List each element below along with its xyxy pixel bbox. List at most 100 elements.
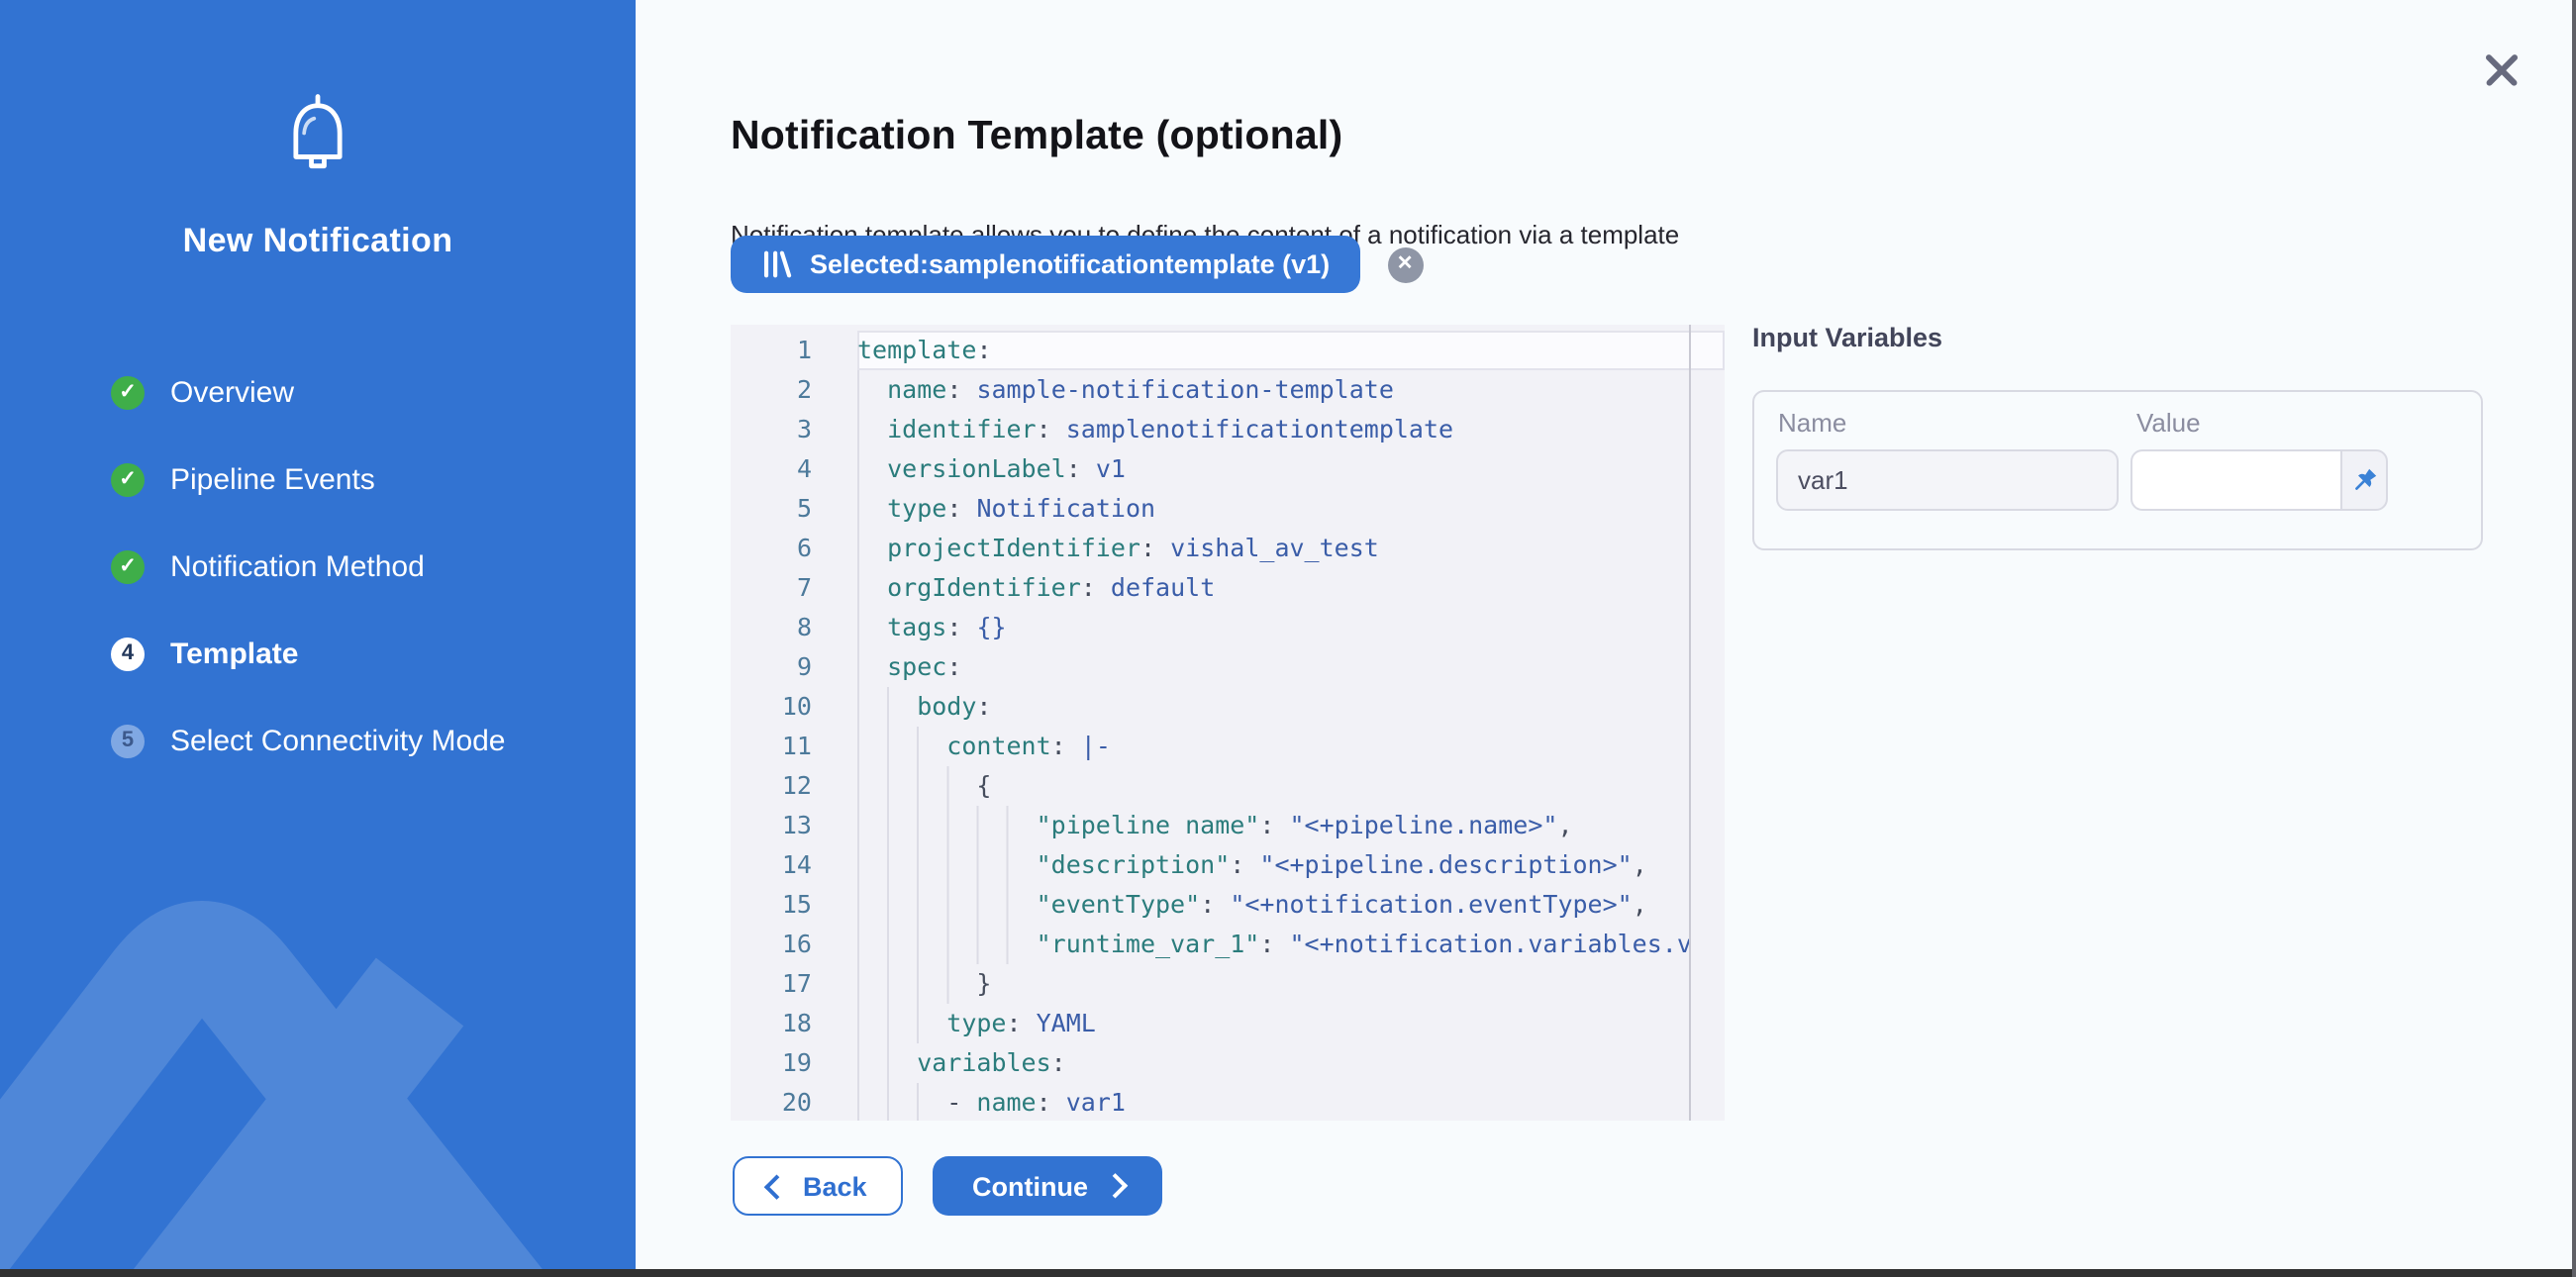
line-content: name: sample-notification-template bbox=[812, 370, 1691, 410]
sidebar-step-notification-method[interactable]: ✓ Notification Method bbox=[111, 546, 506, 586]
remove-template-icon[interactable]: ✕ bbox=[1387, 246, 1423, 282]
line-content: versionLabel: v1 bbox=[812, 449, 1691, 489]
step-label: Template bbox=[170, 637, 299, 670]
selected-template-chip[interactable]: Selected:samplenotificationtemplate (v1) bbox=[731, 236, 1359, 293]
line-content: spec: bbox=[812, 647, 1691, 687]
line-content: orgIdentifier: default bbox=[812, 568, 1691, 608]
line-number: 20 bbox=[731, 1083, 812, 1121]
sidebar-step-pipeline-events[interactable]: ✓Pipeline Events bbox=[111, 459, 506, 499]
line-number: 5 bbox=[731, 489, 812, 529]
continue-button[interactable]: Continue bbox=[933, 1156, 1162, 1216]
variable-value-input[interactable] bbox=[2130, 449, 2340, 511]
line-number: 19 bbox=[731, 1043, 812, 1083]
line-number: 13 bbox=[731, 806, 812, 845]
editor-line: 19variables: bbox=[731, 1043, 1691, 1083]
line-number: 7 bbox=[731, 568, 812, 608]
chevron-left-icon bbox=[764, 1174, 788, 1198]
line-number: 17 bbox=[731, 964, 812, 1004]
editor-line: 2name: sample-notification-template bbox=[731, 370, 1691, 410]
line-content: body: bbox=[812, 687, 1691, 727]
editor-line: 12{ bbox=[731, 766, 1691, 806]
line-number: 14 bbox=[731, 845, 812, 885]
pin-button[interactable] bbox=[2340, 449, 2388, 511]
editor-line: 3identifier: samplenotificationtemplate bbox=[731, 410, 1691, 449]
sidebar-step-template: 4 Template bbox=[111, 634, 506, 673]
line-number: 4 bbox=[731, 449, 812, 489]
window-right-edge bbox=[2572, 0, 2576, 1277]
sidebar-step-overview[interactable]: ✓ Overview bbox=[111, 372, 506, 412]
chevron-right-icon bbox=[1102, 1174, 1126, 1198]
editor-line: 18type: YAML bbox=[731, 1004, 1691, 1043]
wizard-steps: ✓ Overview ✓Pipeline Events ✓ Notification M… bbox=[111, 372, 506, 760]
line-content: "pipeline name": "<+pipeline.name>", bbox=[812, 806, 1691, 845]
editor-line: 16"runtime_var_1": "<+notification.varia… bbox=[731, 925, 1691, 964]
editor-line: 9spec: bbox=[731, 647, 1691, 687]
line-number: 6 bbox=[731, 529, 812, 568]
line-content: } bbox=[812, 964, 1691, 1004]
editor-line: 20- name: var1 bbox=[731, 1083, 1691, 1121]
step-number-badge: 5 bbox=[111, 724, 145, 757]
step-label: Pipeline Events bbox=[170, 462, 375, 496]
page-title: Notification Template (optional) bbox=[731, 112, 1342, 159]
line-content: variables: bbox=[812, 1043, 1691, 1083]
line-number: 1 bbox=[731, 331, 812, 370]
line-number: 11 bbox=[731, 727, 812, 766]
line-number: 10 bbox=[731, 687, 812, 727]
line-content: "eventType": "<+notification.eventType>"… bbox=[812, 885, 1691, 925]
editor-line: 15"eventType": "<+notification.eventType… bbox=[731, 885, 1691, 925]
editor-line: 6projectIdentifier: vishal_av_test bbox=[731, 529, 1691, 568]
step-check-icon: ✓ bbox=[111, 549, 145, 583]
line-content: - name: var1 bbox=[812, 1083, 1691, 1121]
editor-scrollbar[interactable] bbox=[1689, 325, 1725, 1121]
step-number-badge: 4 bbox=[111, 637, 145, 670]
selected-template-row: Selected:samplenotificationtemplate (v1)… bbox=[731, 236, 1423, 293]
editor-line: 1template: bbox=[731, 331, 1691, 370]
editor-line: 11content: |- bbox=[731, 727, 1691, 766]
line-number: 8 bbox=[731, 608, 812, 647]
bell-icon bbox=[273, 91, 362, 186]
step-label: Select Connectivity Mode bbox=[170, 724, 506, 757]
line-content: type: YAML bbox=[812, 1004, 1691, 1043]
brand-watermark bbox=[0, 810, 636, 1277]
close-icon[interactable] bbox=[2483, 51, 2521, 89]
yaml-editor[interactable]: 1template:2name: sample-notification-tem… bbox=[731, 325, 1725, 1121]
sidebar-step-select-connectivity-mode: 5 Select Connectivity Mode bbox=[111, 721, 506, 760]
template-icon bbox=[760, 247, 794, 281]
line-content: type: Notification bbox=[812, 489, 1691, 529]
editor-line: 8tags: {} bbox=[731, 608, 1691, 647]
line-content: identifier: samplenotificationtemplate bbox=[812, 410, 1691, 449]
line-number: 9 bbox=[731, 647, 812, 687]
editor-line: 5type: Notification bbox=[731, 489, 1691, 529]
new-notification-wizard: New Notification ✓Overview✓Pipeline Even… bbox=[0, 0, 2576, 1277]
step-label: Overview bbox=[170, 375, 294, 409]
line-number: 15 bbox=[731, 885, 812, 925]
wizard-title: New Notification bbox=[0, 222, 636, 261]
line-content: "runtime_var_1": "<+notification.variabl… bbox=[812, 925, 1691, 964]
line-content: "description": "<+pipeline.description>"… bbox=[812, 845, 1691, 885]
input-variables-heading: Input Variables bbox=[1752, 323, 1942, 352]
variable-name-input[interactable] bbox=[1776, 449, 2119, 511]
line-content: projectIdentifier: vishal_av_test bbox=[812, 529, 1691, 568]
line-content: tags: {} bbox=[812, 608, 1691, 647]
window-bottom-bar bbox=[0, 1269, 2576, 1277]
editor-line: 14"description": "<+pipeline.description… bbox=[731, 845, 1691, 885]
name-column-label: Name bbox=[1778, 408, 1846, 438]
pushpin-icon bbox=[2348, 464, 2380, 496]
editor-line: 17} bbox=[731, 964, 1691, 1004]
editor-line: 7orgIdentifier: default bbox=[731, 568, 1691, 608]
step-check-icon: ✓ bbox=[111, 375, 145, 409]
value-column-label: Value bbox=[2136, 408, 2201, 438]
step-label: Notification Method bbox=[170, 549, 425, 583]
line-number: 18 bbox=[731, 1004, 812, 1043]
line-number: 16 bbox=[731, 925, 812, 964]
editor-line: 13"pipeline name": "<+pipeline.name>", bbox=[731, 806, 1691, 845]
line-number: 2 bbox=[731, 370, 812, 410]
line-number: 12 bbox=[731, 766, 812, 806]
line-number: 3 bbox=[731, 410, 812, 449]
editor-line: 10body: bbox=[731, 687, 1691, 727]
line-content: { bbox=[812, 766, 1691, 806]
back-button[interactable]: Back bbox=[733, 1156, 903, 1216]
wizard-sidebar: New Notification ✓Overview✓Pipeline Even… bbox=[0, 0, 636, 1277]
editor-lines: 1template:2name: sample-notification-tem… bbox=[731, 331, 1691, 1121]
editor-line: 4versionLabel: v1 bbox=[731, 449, 1691, 489]
